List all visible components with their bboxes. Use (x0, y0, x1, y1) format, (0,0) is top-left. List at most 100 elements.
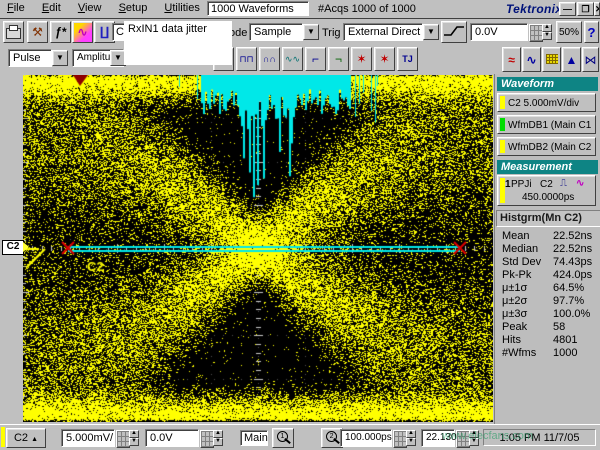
meas-sine-burst-button[interactable]: ∿∿ (282, 47, 303, 71)
function-button[interactable]: ƒ* (50, 21, 71, 43)
trigger-slope-button[interactable] (441, 21, 467, 43)
keypad-icon[interactable] (200, 430, 214, 448)
step-down-icon[interactable]: ▼ (469, 438, 479, 446)
red-burst-icon: ✶ (379, 52, 389, 66)
trigger-select-arrow[interactable]: ▼ (423, 24, 439, 40)
restore-button[interactable]: ❐ (577, 2, 594, 16)
waveform-c2-button[interactable]: C2 5.000mV/div (497, 93, 596, 112)
waveform-count-readout: 1000 Waveforms (207, 1, 309, 16)
vertical-offset-stepper[interactable]: ▲▼ (213, 430, 223, 446)
measurement-ppji-button[interactable]: 1 PPJi C2 ⎍ ∿ 450.0000ps (497, 175, 596, 206)
step-up-icon[interactable]: ▲ (542, 24, 552, 32)
print-button[interactable] (3, 21, 24, 43)
tektronix-logo: Tektronix⁄ (506, 2, 565, 16)
stat-row-mu1sigma: μ±1σ64.5% (496, 282, 598, 295)
stat-row-mean: Mean22.52ns (496, 230, 598, 243)
horizontal-scale-input[interactable]: 100.000ps (340, 429, 392, 447)
triangle-icon: ▲ (566, 53, 578, 67)
step-down-icon[interactable]: ▼ (129, 438, 139, 446)
keypad-icon[interactable] (116, 430, 130, 448)
close-button[interactable]: ✕ (594, 2, 600, 16)
step-down-icon[interactable]: ▼ (542, 32, 552, 40)
rise-time-icon: ⌐ (312, 52, 319, 66)
step-up-icon[interactable]: ▲ (406, 430, 416, 438)
horizontal-scale-stepper[interactable]: ▲▼ (406, 430, 416, 446)
step-down-icon[interactable]: ▼ (406, 438, 416, 446)
tools-icon: ⚒ (32, 25, 43, 39)
chevron-up-icon: ▲ (31, 436, 38, 443)
display-persistence-button[interactable]: ▲ (562, 47, 581, 72)
vertical-scale-input[interactable]: 5.000mV/ (61, 429, 115, 447)
c2-color-stripe (500, 96, 505, 109)
stat-row-peak: Peak58 (496, 321, 598, 334)
menu-setup[interactable]: Setup (112, 0, 155, 18)
clock-readout: 1:05 PM 11/7/05 (483, 429, 596, 446)
stat-row-stddev: Std Dev74.43ps (496, 256, 598, 269)
menu-view[interactable]: View (71, 0, 109, 18)
channel-c2-marker[interactable]: C2 (2, 240, 24, 255)
menu-utilities[interactable]: Utilities (157, 0, 206, 18)
zoom-percent-button[interactable]: 50% (556, 21, 582, 43)
meas-jitter-burst2-button[interactable]: ✶ (374, 47, 395, 71)
vertical-scale-stepper[interactable]: ▲▼ (129, 430, 139, 446)
eye-diagram-canvas[interactable] (23, 75, 493, 422)
trigger-select[interactable]: External Direct (343, 23, 423, 41)
trigger-level-stepper[interactable]: ▲▼ (542, 24, 552, 40)
step-up-icon[interactable]: ▲ (129, 430, 139, 438)
wave-glyph-icon: ∿ (576, 178, 584, 189)
meas-m-burst-button[interactable]: ∩∩ (259, 47, 280, 71)
tools-button[interactable]: ⚒ (27, 21, 48, 43)
rising-edge-icon (443, 24, 465, 38)
keypad-icon[interactable] (456, 430, 470, 448)
waveform-icon: ∿ (77, 25, 87, 39)
trigger-level-input[interactable]: 0.0V (470, 23, 528, 41)
menu-edit[interactable]: Edit (35, 0, 68, 18)
step-down-icon[interactable]: ▼ (213, 438, 223, 446)
vector-dashes-icon: ≈ (508, 53, 515, 67)
meas-fall-time-button[interactable]: ¬ (328, 47, 349, 71)
histogram-grid-icon (546, 54, 558, 64)
histogram-panel-header[interactable]: Histgrm(Mn C2) (496, 210, 600, 227)
vertical-offset-input[interactable]: 0.0V (145, 429, 199, 447)
menu-file[interactable]: File (0, 0, 32, 18)
meas-pulse-train-button[interactable]: ⊓⊓ (236, 47, 257, 71)
tooltip-rxin1: RxIN1 data jitter (124, 21, 232, 65)
keypad-icon[interactable] (529, 24, 543, 42)
keypad-icon[interactable] (393, 430, 407, 448)
pulse-train-icon: ⊓⊓ (239, 54, 253, 64)
measure-class-select[interactable]: Pulse (8, 49, 52, 67)
printer-icon (6, 28, 21, 39)
display-sine-button[interactable]: ∿ (522, 47, 541, 72)
waveform-display-button[interactable]: ∿ (72, 21, 93, 43)
waveform-db2-button[interactable]: WfmDB2 (Main C2 (497, 137, 596, 156)
stat-row-median: Median22.52ns (496, 243, 598, 256)
display-vectors-button[interactable]: ≈ (502, 47, 521, 72)
m-burst-icon: ∩∩ (263, 54, 276, 64)
mode-select-arrow[interactable]: ▼ (303, 24, 319, 40)
measure-class-arrow[interactable]: ▼ (52, 50, 68, 66)
horizontal-position-stepper[interactable]: ▲▼ (469, 430, 479, 446)
horizontal-zoom1-button[interactable]: 1 (272, 428, 294, 448)
db1-color-stripe (500, 118, 505, 131)
mode-select[interactable]: Sample (249, 23, 303, 41)
meas-tie-jitter-button[interactable]: TJ (397, 47, 418, 71)
step-up-icon[interactable]: ▲ (213, 430, 223, 438)
sine-display-icon: ∿ (526, 53, 536, 67)
stat-row-mu2sigma: μ±2σ97.7% (496, 295, 598, 308)
waveform-panel-header: Waveform (497, 77, 598, 91)
stat-row-hits: Hits4801 (496, 334, 598, 347)
horizontal-position-input[interactable]: 22.130n (421, 429, 455, 447)
jitter-icon: ∐ (100, 25, 109, 39)
waveform-db1-button[interactable]: WfmDB1 (Main C1 (497, 115, 596, 134)
meas-rise-time-button[interactable]: ⌐ (305, 47, 326, 71)
step-up-icon[interactable]: ▲ (469, 430, 479, 438)
timebase-mode-readout: Main (240, 430, 268, 446)
display-eye-button[interactable]: ⋈ (582, 47, 599, 72)
channel-select-button[interactable]: C2 ▲ (6, 428, 46, 448)
measurement-panel-header: Measurement (497, 160, 598, 174)
meas-jitter-burst1-button[interactable]: ✶ (351, 47, 372, 71)
help-arrow-icon: ? (587, 25, 595, 40)
minimize-button[interactable]: — (559, 2, 576, 16)
display-histogram-button[interactable] (542, 47, 561, 72)
context-help-button[interactable]: ? (584, 21, 599, 43)
